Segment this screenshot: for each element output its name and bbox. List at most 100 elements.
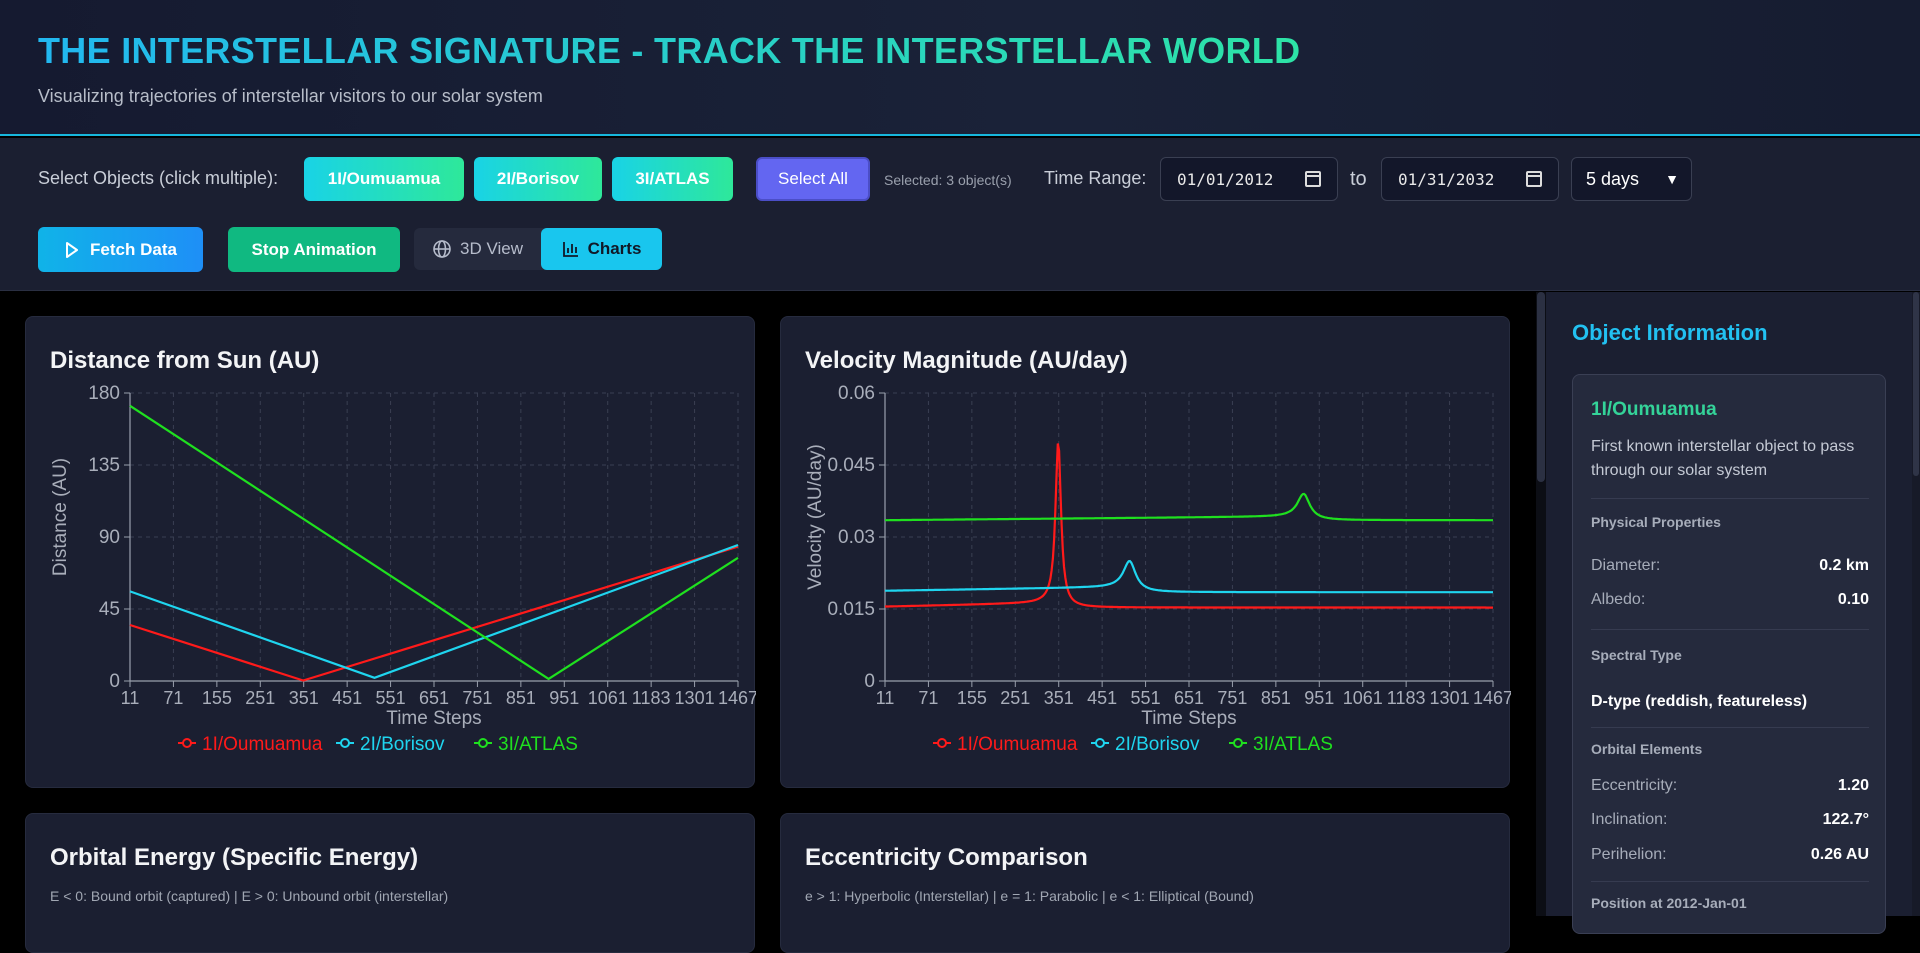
inclination-row: Inclination: 122.7° — [1591, 811, 1869, 833]
eccentricity-note: e > 1: Hyperbolic (Interstellar) | e = 1… — [805, 888, 1254, 904]
x-tick-label: 155 — [202, 688, 232, 708]
x-tick-label: 11 — [876, 688, 895, 708]
object-name: 1I/Oumuamua — [1591, 399, 1717, 420]
globe-icon — [433, 240, 451, 258]
view-3d-label: 3D View — [460, 239, 523, 258]
y-tick-label: 45 — [99, 599, 120, 620]
albedo-label: Albedo: — [1591, 591, 1646, 608]
object-button-oumuamua[interactable]: 1I/Oumuamua — [304, 157, 464, 201]
legend-label: 3I/ATLAS — [1253, 734, 1333, 755]
legend-marker — [478, 738, 488, 748]
view-toggle: 3D View Charts — [414, 228, 662, 270]
legend-label: 1I/Oumuamua — [202, 734, 323, 755]
view-3d-tab[interactable]: 3D View — [414, 228, 541, 270]
stop-animation-button[interactable]: Stop Animation — [228, 227, 400, 272]
perihelion-value: 0.26 AU — [1810, 846, 1869, 863]
fetch-data-button[interactable]: Fetch Data — [38, 227, 203, 272]
legend-label: 1I/Oumuamua — [957, 734, 1078, 755]
distance-card: Distance from Sun (AU) 11 71 155 251 351 451 5… — [25, 316, 756, 789]
x-tick-label: 1183 — [632, 688, 671, 708]
object-button-atlas[interactable]: 3I/ATLAS — [612, 157, 733, 201]
x-axis-label: Time Steps — [1141, 708, 1236, 729]
distance-chart[interactable]: 11 71 155 251 351 451 551 651 751 851 951 1061 1183 1… — [26, 317, 756, 789]
x-tick-label: 851 — [1261, 688, 1291, 708]
x-tick-label: 1467 — [718, 688, 756, 708]
main-scrollbar-thumb[interactable] — [1537, 292, 1545, 482]
x-axis-label: Time Steps — [386, 708, 481, 729]
y-axis-label: Velocity (AU/day) — [805, 444, 826, 590]
select-all-button[interactable]: Select All — [756, 157, 870, 201]
page-subtitle: Visualizing trajectories of interstellar… — [38, 86, 543, 106]
energy-chart-title: Orbital Energy (Specific Energy) — [50, 844, 419, 871]
legend-marker — [340, 738, 350, 748]
energy-card: Orbital Energy (Specific Energy) E < 0: … — [25, 813, 755, 953]
x-tick-label: 451 — [332, 688, 362, 708]
end-date-input[interactable]: 01/31/2032 — [1381, 157, 1559, 201]
x-tick-label: 1301 — [675, 688, 715, 708]
charts-panel: Distance from Sun (AU) 11 71 155 251 351 451 5… — [0, 292, 1536, 953]
x-tick-label: 651 — [419, 688, 449, 708]
x-tick-label: 251 — [1000, 688, 1030, 708]
start-date-input[interactable]: 01/01/2012 — [1160, 157, 1338, 201]
spectral-type-heading: Spectral Type — [1591, 647, 1682, 663]
x-tick-label: 71 — [918, 688, 938, 708]
x-tick-label: 1061 — [1343, 688, 1383, 708]
eccentricity-label: Eccentricity: — [1591, 777, 1678, 794]
x-tick-label: 951 — [549, 688, 579, 708]
legend-label: 2I/Borisov — [360, 734, 445, 755]
object-button-borisov[interactable]: 2I/Borisov — [474, 157, 602, 201]
charts-tab[interactable]: Charts — [541, 228, 662, 270]
object-description: First known interstellar object to pass … — [1591, 438, 1855, 479]
y-tick-label: 0.015 — [827, 599, 875, 620]
y-tick-label: 90 — [99, 527, 120, 548]
y-tick-label: 0.045 — [827, 455, 875, 476]
legend-marker — [182, 738, 192, 748]
x-tick-label: 71 — [163, 688, 183, 708]
x-tick-label: 1061 — [588, 688, 628, 708]
inclination-value: 122.7° — [1822, 811, 1869, 828]
end-date-value: 01/31/2032 — [1398, 169, 1495, 189]
select-objects-label: Select Objects (click multiple): — [38, 168, 279, 188]
eccentricity-row: Eccentricity: 1.20 — [1591, 777, 1869, 799]
eccentricity-value: 1.20 — [1837, 777, 1869, 794]
diameter-value: 0.2 km — [1819, 557, 1869, 574]
x-tick-label: 251 — [245, 688, 275, 708]
calendar-icon[interactable] — [1526, 171, 1542, 187]
legend-label: 2I/Borisov — [1115, 734, 1200, 755]
chevron-down-icon: ▼ — [1665, 171, 1679, 187]
step-select-value: 5 days — [1586, 168, 1640, 189]
sidebar-title: Object Information — [1572, 320, 1768, 345]
sidebar-scrollbar-thumb[interactable] — [1913, 292, 1919, 476]
spectral-type-value: D-type (reddish, featureless) — [1591, 693, 1808, 710]
diameter-row: Diameter: 0.2 km — [1591, 557, 1869, 579]
legend-marker — [1233, 738, 1243, 748]
y-tick-label: 0 — [109, 671, 120, 692]
legend-marker — [1095, 738, 1105, 748]
x-tick-label: 1301 — [1430, 688, 1470, 708]
chart-legend: 1I/Oumuamua 2I/Borisov 3I/ATLAS — [178, 734, 578, 755]
x-tick-label: 351 — [1044, 688, 1074, 708]
x-tick-label: 751 — [462, 688, 492, 708]
perihelion-label: Perihelion: — [1591, 846, 1667, 863]
page-title: THE INTERSTELLAR SIGNATURE - TRACK THE I… — [38, 30, 1301, 71]
fetch-data-label: Fetch Data — [90, 239, 177, 259]
calendar-icon[interactable] — [1305, 171, 1321, 187]
step-select[interactable]: 5 days ▼ — [1571, 157, 1692, 201]
x-tick-label: 11 — [121, 688, 140, 708]
app-header: THE INTERSTELLAR SIGNATURE - TRACK THE I… — [0, 0, 1920, 136]
y-axis-label: Distance (AU) — [50, 458, 71, 576]
series-line-atlas — [129, 404, 739, 681]
y-tick-label: 0 — [864, 671, 875, 692]
energy-note: E < 0: Bound orbit (captured) | E > 0: U… — [50, 888, 449, 904]
legend-label: 3I/ATLAS — [498, 734, 578, 755]
position-heading: Position at 2012-Jan-01 — [1591, 895, 1747, 911]
velocity-chart[interactable]: 11 71 155 251 351 451 551 651 751 851 951 1061 1183 1… — [781, 317, 1511, 789]
sidebar-scrollbar[interactable] — [1912, 292, 1920, 916]
main-scrollbar[interactable] — [1536, 292, 1546, 916]
to-label: to — [1350, 168, 1367, 190]
divider — [1591, 881, 1869, 882]
divider — [1591, 727, 1869, 728]
x-tick-label: 155 — [957, 688, 987, 708]
x-tick-label: 551 — [376, 688, 406, 708]
play-icon — [66, 241, 79, 258]
